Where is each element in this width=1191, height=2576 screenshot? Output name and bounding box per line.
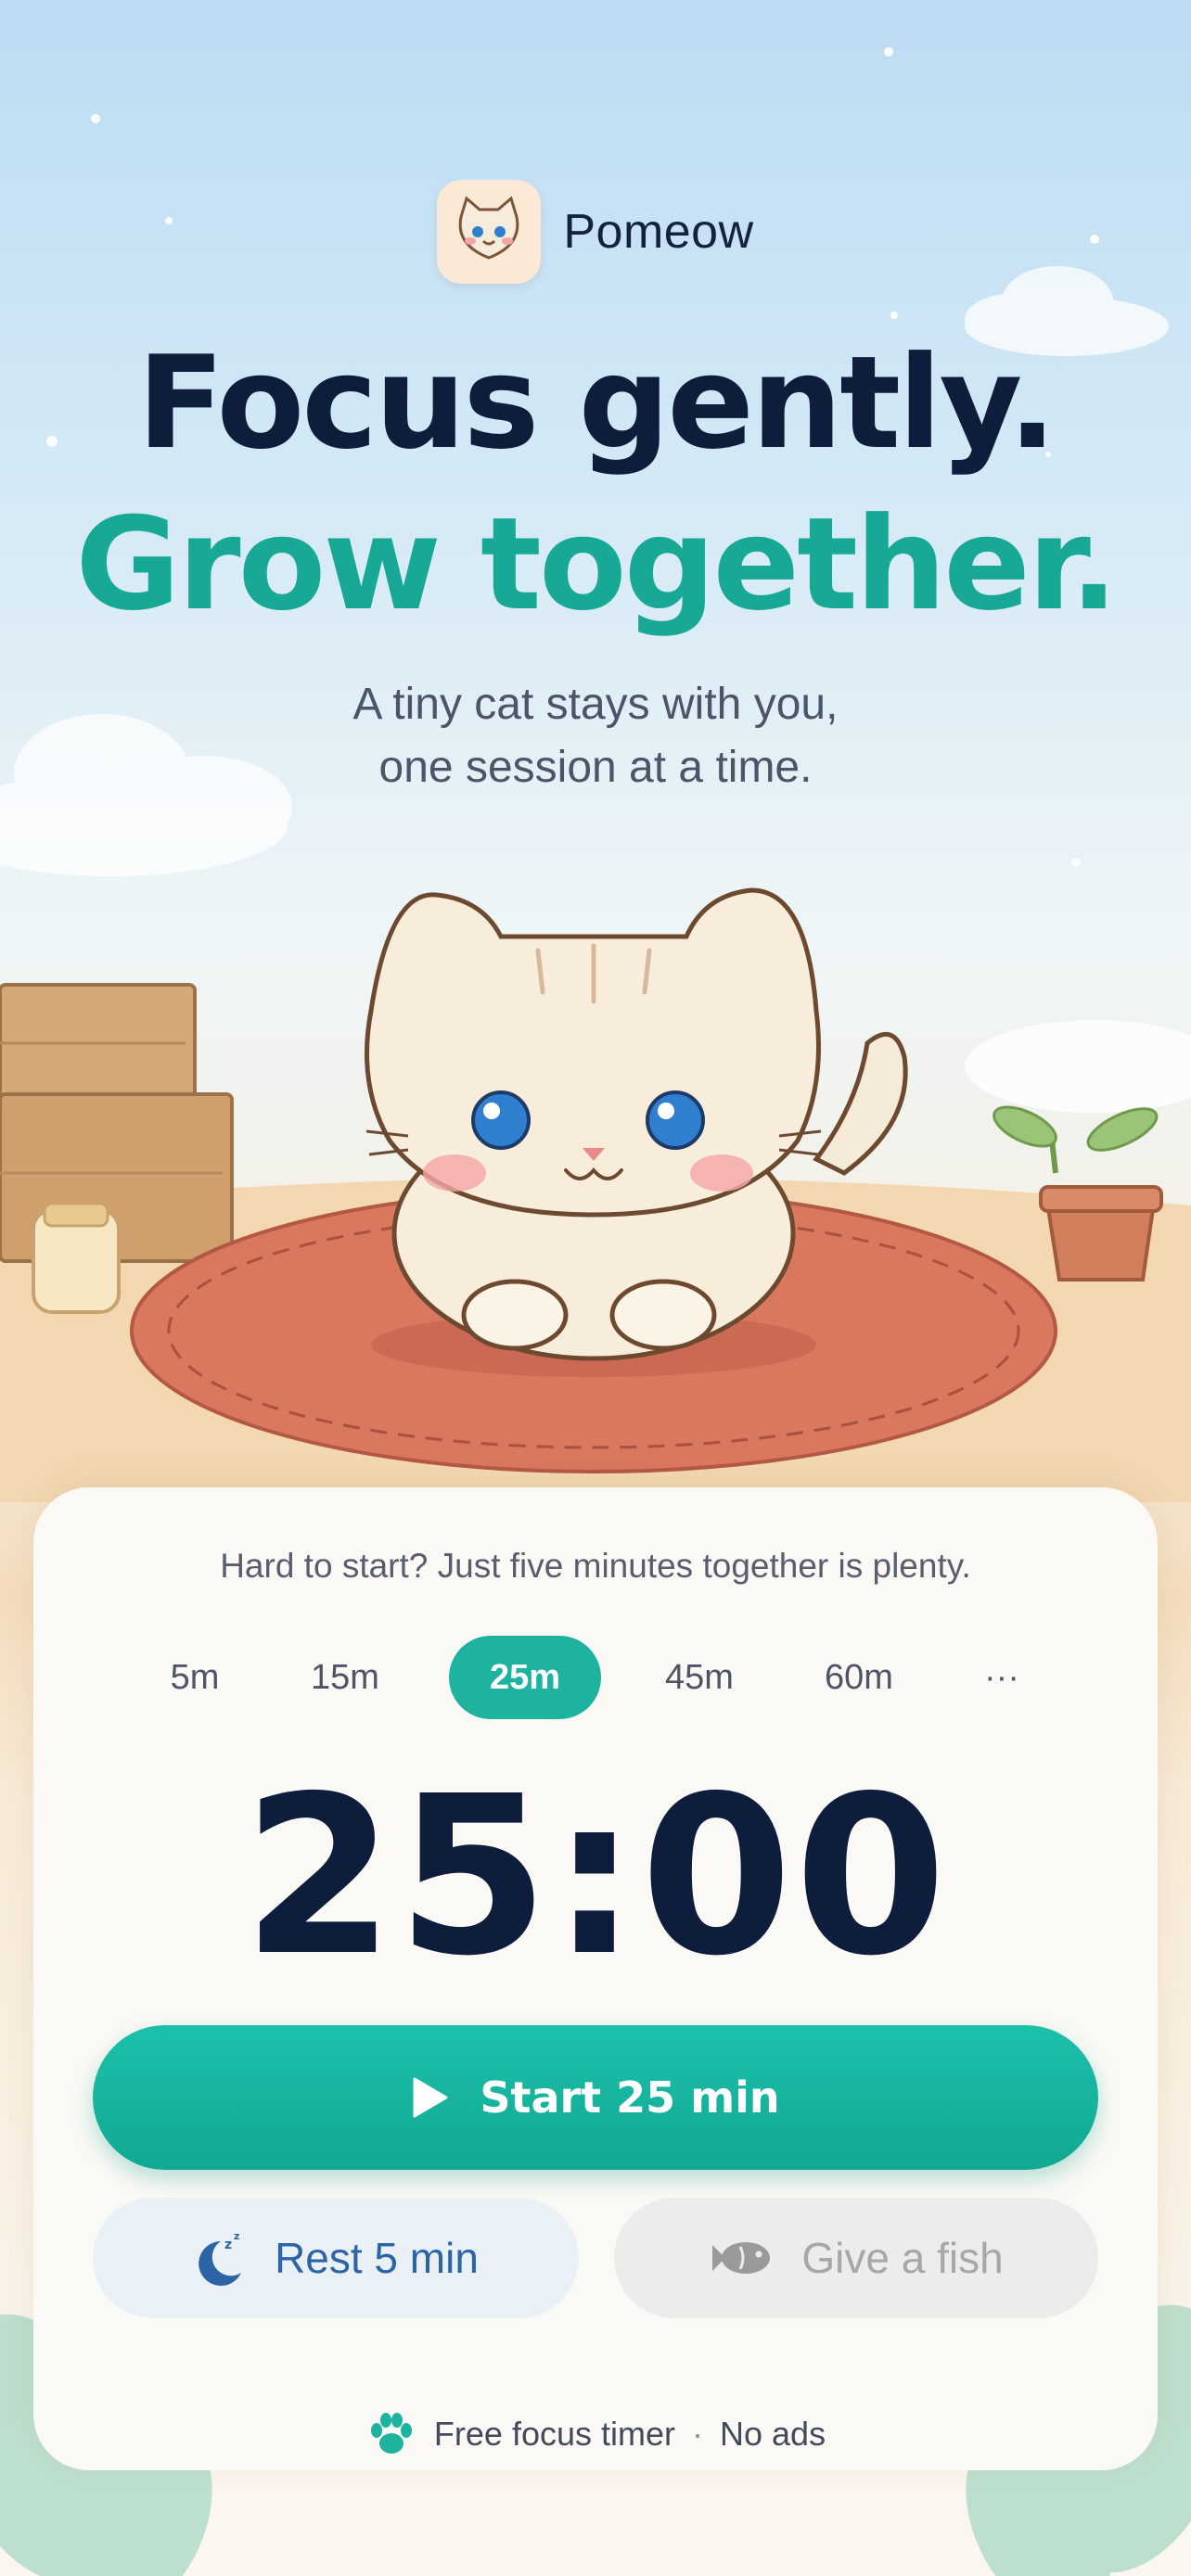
headline-line-2: Grow together.: [75, 490, 1118, 639]
footer-separator: ·: [692, 2415, 703, 2453]
duration-presets: 5m 15m 25m 45m 60m ···: [139, 1636, 1052, 1719]
start-button-label: Start 25 min: [480, 2072, 780, 2123]
svg-text:z: z: [224, 2238, 232, 2252]
preset-45m[interactable]: 45m: [644, 1636, 755, 1719]
give-fish-button[interactable]: Give a fish: [614, 2198, 1098, 2318]
play-icon: [413, 2077, 448, 2118]
moon-sleep-icon: z z: [198, 2230, 242, 2286]
rest-button[interactable]: z z Rest 5 min: [93, 2198, 579, 2318]
footer-text-1: Free focus timer: [433, 2415, 675, 2453]
headline-line-1: Focus gently.: [136, 328, 1057, 478]
svg-text:z: z: [234, 2230, 239, 2242]
fish-icon: [712, 2242, 771, 2274]
cat-face-icon: [437, 180, 542, 284]
preset-25m[interactable]: 25m: [449, 1636, 601, 1719]
preset-60m[interactable]: 60m: [803, 1636, 915, 1719]
app-header: Pomeow: [0, 174, 1191, 289]
preset-more[interactable]: ···: [955, 1636, 1048, 1719]
footer-text-2: No ads: [720, 2415, 826, 2453]
timer-display: 25:00: [242, 1749, 949, 2004]
app-name: Pomeow: [563, 205, 754, 259]
subtitle-line-2: one session at a time.: [378, 743, 813, 792]
footer: Free focus timer · No ads: [0, 2402, 1191, 2467]
preset-5m[interactable]: 5m: [139, 1636, 250, 1719]
start-button[interactable]: Start 25 min: [93, 2025, 1098, 2170]
paw-icon: [370, 2413, 412, 2454]
subtitle-line-1: A tiny cat stays with you,: [352, 680, 839, 729]
give-fish-button-label: Give a fish: [801, 2234, 1004, 2282]
encouragement-hint: Hard to start? Just five minutes togethe…: [220, 1547, 971, 1585]
rest-button-label: Rest 5 min: [275, 2234, 479, 2282]
preset-15m[interactable]: 15m: [289, 1636, 401, 1719]
